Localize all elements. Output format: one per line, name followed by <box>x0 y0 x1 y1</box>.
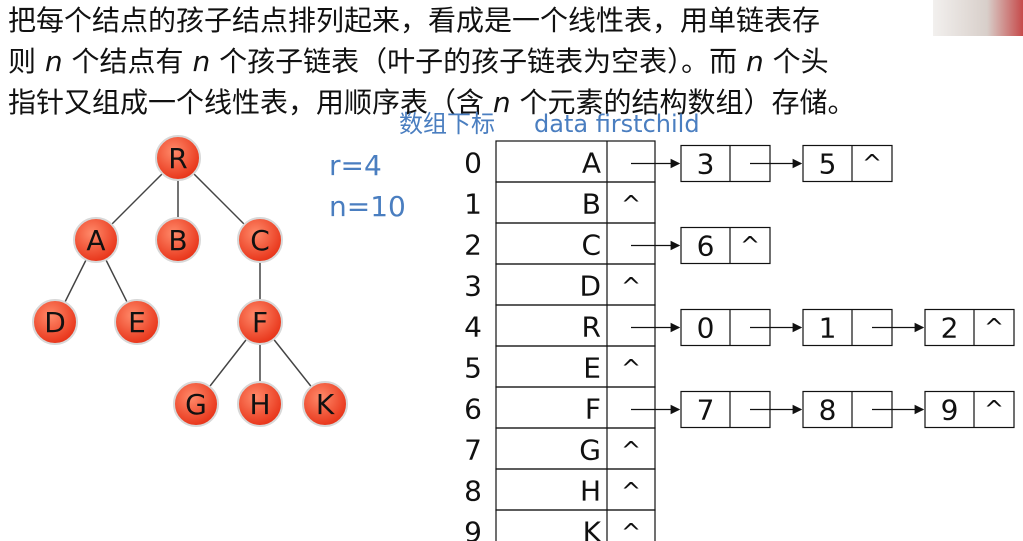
chain-node: 2 ^ <box>924 308 1015 347</box>
table-row: 5 E ^ <box>464 345 656 388</box>
table-row: 9 K ^ <box>464 509 656 541</box>
chain-node-index: 0 <box>697 312 715 345</box>
row-index: 5 <box>464 352 482 385</box>
chain-node: 5 ^ <box>802 144 893 183</box>
chain-node-index: 8 <box>819 394 837 427</box>
chain-node-null: ^ <box>740 232 760 260</box>
row-cell <box>495 222 656 265</box>
row-firstchild-null: ^ <box>621 478 641 506</box>
table-row: 0A <box>464 140 656 183</box>
chain-node: 6 ^ <box>680 226 771 265</box>
row-firstchild-null: ^ <box>621 355 641 383</box>
chain-node-index: 3 <box>697 148 715 181</box>
table-row: 6F <box>464 386 656 429</box>
row-data: C <box>581 229 601 262</box>
row-cell <box>495 140 656 183</box>
row-data: R <box>582 311 601 344</box>
table-row: 3 D ^ <box>464 263 656 306</box>
chain-node-null: ^ <box>984 396 1004 424</box>
row-firstchild-null: ^ <box>621 273 641 301</box>
chain-node-index: 5 <box>819 148 837 181</box>
row-firstchild-null: ^ <box>621 191 641 219</box>
row-data: B <box>582 188 601 221</box>
chain-node-index: 6 <box>697 230 715 263</box>
row-cell <box>495 304 656 347</box>
row-data: H <box>580 475 601 508</box>
row-data: G <box>579 434 601 467</box>
chain-node: 9 ^ <box>924 390 1015 429</box>
chain-node-null: ^ <box>862 150 882 178</box>
chain-node-index: 9 <box>941 394 959 427</box>
table-row: 1 B ^ <box>464 181 656 224</box>
row-index: 8 <box>464 475 482 508</box>
row-data: D <box>579 270 601 303</box>
chain-node-index: 1 <box>819 312 837 345</box>
row-index: 0 <box>464 147 482 180</box>
row-firstchild-null: ^ <box>621 437 641 465</box>
child-list-table: 0 A1 B ^2 C3 D ^4 R5 E ^6 F7 G ^8 H ^9 K ^ 3 5 ^6 ^0 1 2 ^7 8 9 ^ <box>464 140 1015 541</box>
row-data: K <box>583 516 602 541</box>
row-data: F <box>585 393 601 426</box>
row-index: 1 <box>464 188 482 221</box>
row-index: 6 <box>464 393 482 426</box>
row-index: 9 <box>464 516 482 541</box>
row-data: A <box>582 147 601 180</box>
table-row: 7 G ^ <box>464 427 656 470</box>
chain-node-null: ^ <box>984 314 1004 342</box>
row-index: 3 <box>464 270 482 303</box>
table-row: 4R <box>464 304 656 347</box>
row-index: 4 <box>464 311 482 344</box>
row-firstchild-null: ^ <box>621 519 641 541</box>
row-data: E <box>583 352 601 385</box>
table-row: 8 H ^ <box>464 468 656 511</box>
chain-node-index: 2 <box>941 312 959 345</box>
row-index: 7 <box>464 434 482 467</box>
row-cell <box>495 386 656 429</box>
table-row: 2C <box>464 222 656 265</box>
chain-node-index: 7 <box>697 394 715 427</box>
row-index: 2 <box>464 229 482 262</box>
